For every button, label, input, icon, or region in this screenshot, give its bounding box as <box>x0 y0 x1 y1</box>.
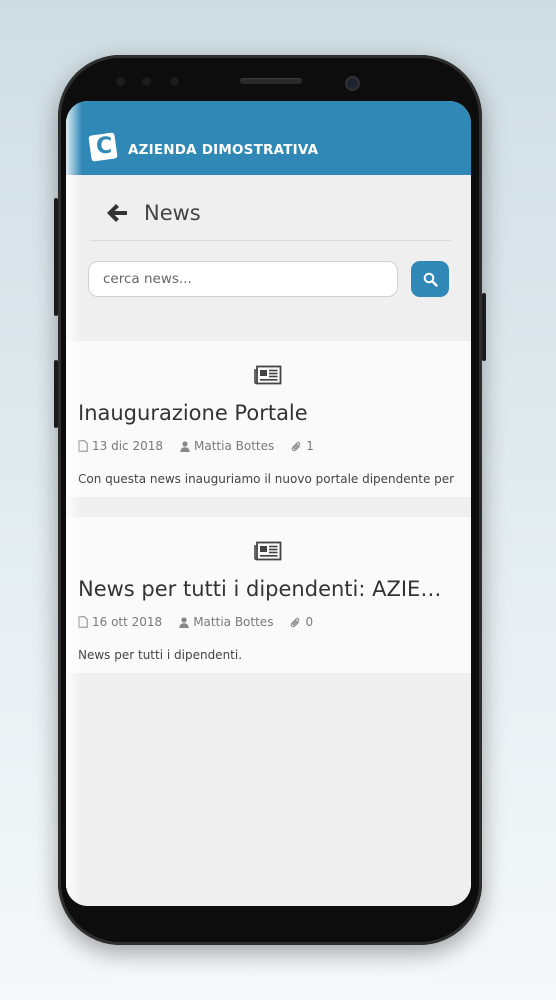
search-input[interactable] <box>88 261 398 297</box>
news-title[interactable]: News per tutti i dipendenti: AZIENDA DIM… <box>78 577 457 601</box>
bixby-button <box>54 360 58 428</box>
news-meta: 13 dic 2018 Mattia Bottes 1 <box>78 439 331 453</box>
sensor-dot <box>170 77 179 86</box>
user-icon <box>180 440 190 452</box>
news-title[interactable]: Inaugurazione Portale <box>78 401 457 425</box>
header-divider <box>90 240 451 241</box>
news-date: 16 ott 2018 <box>92 615 163 629</box>
earpiece-speaker <box>240 78 302 84</box>
app-bar: C AZIENDA DIMOSTRATIVA <box>66 101 471 175</box>
page-title: News <box>144 201 201 225</box>
news-page: News I <box>66 175 471 906</box>
news-author: Mattia Bottes <box>194 439 275 453</box>
paperclip-icon <box>291 617 300 627</box>
page-header: News <box>106 201 201 225</box>
logo-letter: C <box>96 134 113 159</box>
news-attachment-count: 0 <box>305 615 314 629</box>
news-attachment-count: 1 <box>306 439 314 453</box>
sensor-dot <box>142 77 151 86</box>
file-icon <box>78 440 88 452</box>
newspaper-icon <box>254 541 282 561</box>
app-logo: C <box>88 131 120 162</box>
phone-frame: C AZIENDA DIMOSTRATIVA News cerca news..… <box>54 55 486 945</box>
news-meta: 16 ott 2018 Mattia Bottes 0 <box>78 615 330 629</box>
news-card[interactable]: Inaugurazione Portale 13 dic 2018 Mattia… <box>66 341 471 497</box>
news-author: Mattia Bottes <box>193 615 274 629</box>
news-excerpt: News per tutti i dipendenti. <box>78 648 243 662</box>
power-button <box>482 293 486 361</box>
file-icon <box>78 616 88 628</box>
news-card[interactable]: News per tutti i dipendenti: AZIENDA DIM… <box>66 517 471 673</box>
arrow-left-icon <box>107 204 127 222</box>
news-excerpt: Con questa news inauguriamo il nuovo por… <box>78 472 455 486</box>
user-icon <box>179 616 189 628</box>
app-title: AZIENDA DIMOSTRATIVA <box>128 142 319 158</box>
newspaper-icon <box>254 365 282 385</box>
search-button[interactable] <box>411 261 449 297</box>
search-icon <box>423 272 438 287</box>
screen: C AZIENDA DIMOSTRATIVA News cerca news..… <box>66 101 471 906</box>
volume-button <box>54 198 58 316</box>
back-button[interactable] <box>106 203 128 223</box>
paperclip-icon <box>291 441 301 451</box>
news-date: 13 dic 2018 <box>92 439 163 453</box>
front-camera <box>345 76 360 91</box>
sensor-dot <box>116 77 125 86</box>
